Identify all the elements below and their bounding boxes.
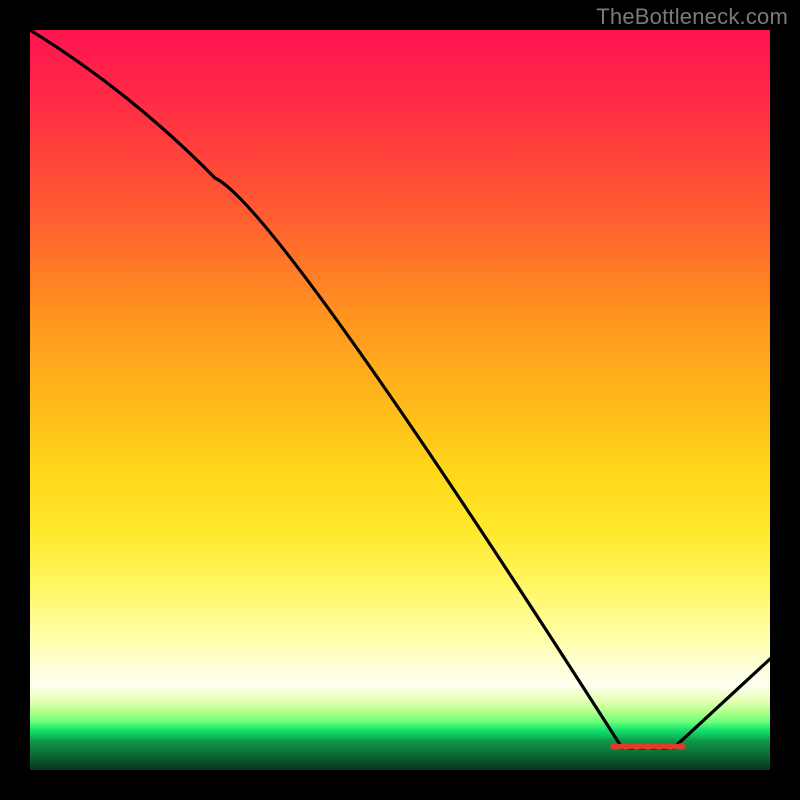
plot-area bbox=[30, 30, 770, 770]
marker-dot bbox=[621, 743, 630, 749]
marker-dot bbox=[677, 743, 686, 749]
curve-line bbox=[30, 30, 770, 748]
marker-dot bbox=[643, 743, 652, 749]
marker-dot bbox=[632, 743, 641, 749]
marker-dot bbox=[655, 743, 664, 749]
marker-dot bbox=[610, 743, 619, 749]
chart-svg bbox=[30, 30, 770, 770]
chart-frame: TheBottleneck.com bbox=[0, 0, 800, 800]
main-curve bbox=[30, 30, 770, 748]
watermark-text: TheBottleneck.com bbox=[596, 4, 788, 30]
flat-markers bbox=[610, 743, 686, 749]
marker-dot bbox=[666, 743, 675, 749]
